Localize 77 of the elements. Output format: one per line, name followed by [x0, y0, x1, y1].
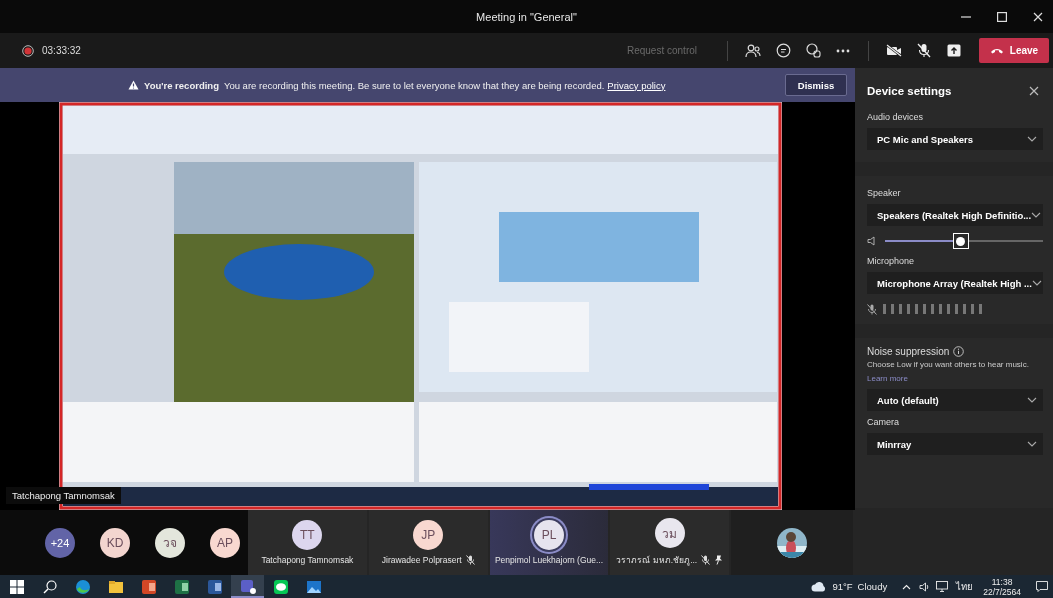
- privacy-policy-link[interactable]: Privacy policy: [607, 79, 666, 91]
- cloud-icon: [811, 581, 828, 592]
- noise-suppression-dropdown[interactable]: Auto (default): [867, 389, 1043, 411]
- notification-icon: [1036, 581, 1048, 592]
- participant-tile[interactable]: [731, 510, 853, 575]
- chevron-down-icon: [1027, 441, 1037, 447]
- recording-title: You're recording: [144, 79, 219, 91]
- chat-icon: [775, 43, 791, 58]
- speaker-dropdown[interactable]: Speakers (Realtek High Definitio...: [867, 204, 1043, 226]
- field-label: Microphone: [867, 256, 916, 266]
- chat-app-icon: [271, 577, 290, 596]
- warning-icon: [128, 80, 139, 90]
- participant-name: Penpimol Luekhajorn (Gue...: [494, 555, 604, 565]
- more-icon: [836, 48, 850, 53]
- avatar: PL: [534, 520, 564, 550]
- presentation-app-icon: [139, 577, 158, 596]
- field-label: Audio devices: [867, 112, 925, 122]
- participant-tile[interactable]: วม วราภรณ์ มหภ.ชัยภู...: [610, 510, 730, 575]
- microphone-off-icon: [917, 43, 931, 58]
- field-label: Speaker: [867, 188, 902, 198]
- hint-text: Choose Low if you want others to hear music.: [867, 360, 1030, 369]
- recording-message: You are recording this meeting. Be sure to let everyone know that they are being recorded.: [223, 79, 605, 91]
- chevron-down-icon: [1031, 280, 1042, 286]
- chevron-down-icon: [1027, 136, 1037, 142]
- field-label: Camera: [867, 417, 900, 427]
- participant-name: Tatchapong Tamnomsak: [261, 555, 354, 565]
- chevron-down-icon: [1031, 212, 1042, 218]
- avatar: วจ: [155, 527, 185, 558]
- document-app-icon: [205, 577, 224, 596]
- avatar: TT: [292, 520, 323, 550]
- avatar: AP: [210, 527, 240, 558]
- taskbar-app-button[interactable]: [231, 575, 264, 598]
- clock-date: 22/7/2564: [983, 586, 1021, 597]
- participant-tile[interactable]: JP Jirawadee Polprasert: [368, 510, 488, 575]
- weather-condition: Cloudy: [857, 581, 888, 592]
- participant-tile[interactable]: PL Penpimol Luekhajorn (Gue...: [489, 510, 609, 575]
- clock-time: 11:38: [991, 576, 1013, 587]
- input-language[interactable]: ไทย: [956, 579, 974, 594]
- microphone-dropdown[interactable]: Microphone Array (Realtek High ...: [867, 272, 1043, 294]
- participant-name: วราภรณ์ มหภ.ชัยภู...: [616, 554, 698, 567]
- maximize-icon: [997, 11, 1007, 22]
- camera-off-icon: [886, 44, 902, 57]
- phone-hangup-icon: [989, 47, 1004, 54]
- avatar: JP: [413, 520, 444, 550]
- close-icon: [1029, 86, 1039, 96]
- smiley-hand-icon: [805, 43, 821, 58]
- participant-name: Jirawadee Polprasert: [381, 555, 462, 565]
- volume-slider-thumb[interactable]: [952, 233, 969, 249]
- browser-icon: [73, 577, 92, 596]
- info-icon: [953, 346, 965, 357]
- spreadsheet-app-icon: [172, 577, 191, 596]
- close-icon: [1033, 11, 1043, 22]
- participant-tile[interactable]: TT Tatchapong Tamnomsak: [247, 510, 367, 575]
- search-icon: [42, 579, 57, 594]
- dismiss-button[interactable]: Dismiss: [785, 74, 847, 96]
- call-timer: 03:33:32: [42, 45, 81, 56]
- learn-more-link[interactable]: Learn more: [867, 374, 908, 383]
- leave-button[interactable]: Leave: [979, 38, 1049, 63]
- weather-temperature: 91°F: [832, 581, 853, 592]
- window-title: Meeting in "General": [476, 10, 577, 23]
- camera-dropdown[interactable]: Minrray: [867, 433, 1043, 455]
- windows-logo-icon: [9, 579, 24, 594]
- overflow-count[interactable]: +24: [45, 527, 75, 558]
- avatar: KD: [100, 527, 130, 558]
- share-tray-icon: [947, 44, 961, 57]
- presenter-name: Tatchapong Tamnomsak: [6, 487, 121, 504]
- speaker-icon: [867, 236, 877, 246]
- avatar: วม: [654, 518, 685, 548]
- audio-device-dropdown[interactable]: PC Mic and Speakers: [867, 128, 1043, 150]
- field-label: Noise suppression: [867, 346, 950, 357]
- chevron-up-icon: [901, 583, 911, 590]
- monitor-icon: [936, 581, 949, 592]
- clock[interactable]: 11:38 22/7/2564: [983, 576, 1021, 597]
- panel-title: Device settings: [867, 85, 952, 97]
- speaker-icon: [918, 581, 930, 592]
- people-icon: [745, 43, 761, 58]
- chevron-down-icon: [1027, 397, 1037, 403]
